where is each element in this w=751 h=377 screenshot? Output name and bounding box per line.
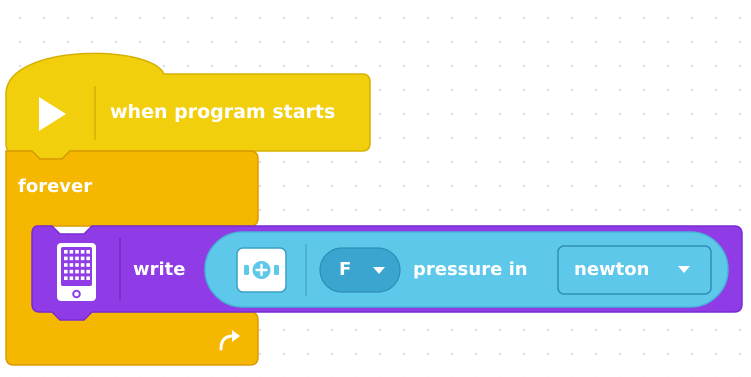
matrix-pixel [69, 250, 74, 254]
matrix-pixel [69, 269, 74, 274]
unit-value: newton [574, 259, 650, 280]
matrix-pixel [64, 250, 68, 254]
matrix-pixel [80, 250, 85, 254]
light-matrix-hub-icon [57, 243, 96, 301]
matrix-pixel [86, 276, 90, 280]
force-sensor-icon [236, 247, 287, 293]
matrix-pixel [69, 256, 74, 261]
when-program-starts-label: when program starts [110, 101, 336, 123]
matrix-pixel [80, 263, 85, 267]
matrix-pixel [69, 263, 74, 267]
port-dropdown[interactable] [319, 247, 401, 293]
port-value: F [339, 259, 352, 280]
matrix-pixel [64, 269, 68, 274]
matrix-pixel [86, 269, 90, 274]
matrix-pixel [75, 269, 79, 274]
matrix-pixel [75, 256, 79, 261]
matrix-pixel [80, 269, 85, 274]
matrix-pixel [75, 250, 79, 254]
matrix-pixel [75, 276, 79, 280]
matrix-pixel [86, 256, 90, 261]
forever-label: forever [18, 176, 93, 197]
matrix-pixel [64, 276, 68, 280]
matrix-pixel [86, 263, 90, 267]
matrix-pixel [80, 256, 85, 261]
matrix-pixel [86, 250, 90, 254]
matrix-pixel [64, 256, 68, 261]
matrix-pixel [80, 276, 85, 280]
pressure-in-label: pressure in [413, 259, 528, 280]
matrix-pixel [64, 263, 68, 267]
write-label: write [133, 259, 186, 280]
matrix-pixel [75, 263, 79, 267]
matrix-pixel [69, 276, 74, 280]
